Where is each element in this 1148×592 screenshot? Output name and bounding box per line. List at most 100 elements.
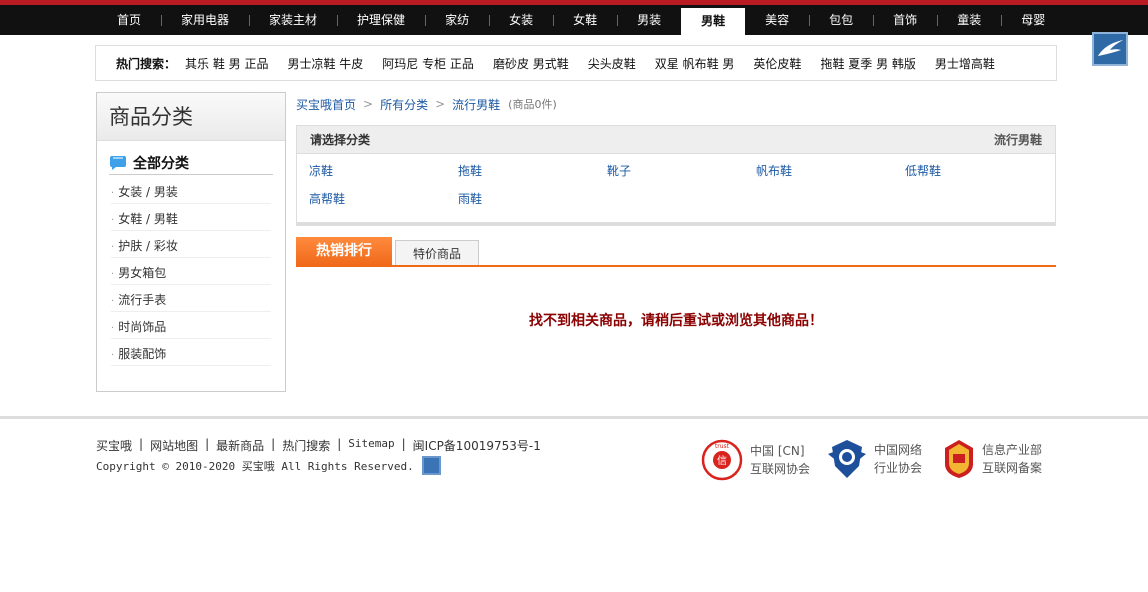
bullet-icon: · (111, 296, 115, 307)
hot-search-link[interactable]: 阿玛尼 专柜 正品 (382, 55, 474, 72)
hot-search-link[interactable]: 男士增高鞋 (935, 55, 995, 72)
nav-item-home[interactable]: 首页 (97, 5, 161, 35)
all-categories-label: 全部分类 (133, 155, 189, 172)
product-tabs: 热销排行 特价商品 (296, 237, 1056, 267)
sidebar-title: 商品分类 (97, 93, 285, 141)
nav-item-home-textiles[interactable]: 家纺 (425, 5, 489, 35)
footer-separator: | (205, 437, 210, 451)
hot-search-link[interactable]: 尖头皮鞋 (588, 55, 636, 72)
hot-search-link[interactable]: 其乐 鞋 男 正品 (185, 55, 268, 72)
badge-text: 中国网络 行业协会 (874, 441, 922, 477)
subcategory-link[interactable]: 帆布鞋 (756, 163, 905, 179)
nav-item-kids-clothing[interactable]: 童装 (937, 5, 1001, 35)
footer-link[interactable]: 热门搜索 (282, 437, 330, 454)
hot-search-link[interactable]: 磨砂皮 男式鞋 (493, 55, 569, 72)
sidebar-item-label: 女装 / 男装 (118, 185, 178, 199)
sidebar-item[interactable]: · 护肤 / 彩妆 (111, 231, 271, 258)
product-count: (商品0件) (508, 98, 557, 111)
breadcrumb-separator-icon: > (435, 97, 446, 111)
tab-hot-sales[interactable]: 热销排行 (296, 237, 392, 265)
hot-search-link[interactable]: 英伦皮鞋 (753, 55, 801, 72)
trust-seal-icon: 信 trust (701, 439, 743, 481)
badge-line: 互联网协会 (750, 462, 811, 476)
nav-item-beauty[interactable]: 美容 (745, 5, 809, 35)
breadcrumb-home-link[interactable]: 买宝哦首页 (296, 96, 356, 113)
subcategory-link[interactable]: 靴子 (607, 163, 756, 179)
footer-link[interactable]: 最新商品 (216, 437, 264, 454)
sidebar-item-label: 男女箱包 (118, 266, 167, 280)
sidebar-item-label: 服装配饰 (118, 347, 167, 361)
nav-item-womens-shoes[interactable]: 女鞋 (553, 5, 617, 35)
copyright: Copyright © 2010-2020 买宝哦 All Rights Res… (96, 456, 441, 475)
hot-search-link[interactable]: 男士凉鞋 牛皮 (287, 55, 363, 72)
breadcrumb: 买宝哦首页 > 所有分类 > 流行男鞋 (商品0件) (296, 96, 557, 112)
badge-line: 行业协会 (874, 461, 923, 475)
sidebar-item-label: 女鞋 / 男鞋 (118, 212, 178, 226)
bullet-icon: · (111, 215, 115, 226)
empty-results-message: 找不到相关商品，请稍后重试或浏览其他商品！ (529, 313, 823, 329)
footer-separator: | (271, 437, 276, 451)
hot-search-link[interactable]: 拖鞋 夏季 男 韩版 (820, 55, 915, 72)
subcategory-link[interactable]: 雨鞋 (458, 191, 607, 207)
subcategory-link[interactable]: 高帮鞋 (309, 191, 458, 207)
nav-item-mens-shoes[interactable]: 男鞋 (681, 8, 746, 35)
category-filter-header: 请选择分类 流行男鞋 (297, 126, 1055, 154)
sidebar-item[interactable]: · 男女箱包 (111, 258, 271, 285)
subcategory-link[interactable]: 拖鞋 (458, 163, 607, 179)
nav-item-bags[interactable]: 包包 (809, 5, 873, 35)
category-filter-title: 请选择分类 (310, 133, 371, 147)
badge-line: 中国网络 (874, 443, 923, 457)
badge-text: 中国 [CN] 互联网协会 (750, 442, 810, 478)
verified-site-icon[interactable] (421, 456, 441, 475)
nav-item-health-care[interactable]: 护理保健 (337, 5, 425, 35)
sidebar-item[interactable]: · 流行手表 (111, 285, 271, 312)
hot-search-link[interactable]: 双星 帆布鞋 男 (655, 55, 735, 72)
badge-text: 信息产业部 互联网备案 (982, 441, 1042, 477)
footer-badge-internet-society[interactable]: 信 trust 中国 [CN] 互联网协会 (700, 438, 810, 482)
top-nav-menu: 首页 家用电器 家装主材 护理保健 家纺 女装 女鞋 男装 男鞋 美容 包包 首… (97, 5, 1065, 35)
nav-item-mens-clothing[interactable]: 男装 (617, 5, 681, 35)
bullet-icon: · (111, 323, 115, 334)
police-badge-icon (828, 440, 866, 478)
sidebar-item[interactable]: · 服装配饰 (111, 339, 271, 366)
tab-special-offers[interactable]: 特价商品 (395, 240, 479, 265)
footer-badge-network-association[interactable]: 中国网络 行业协会 (826, 438, 922, 480)
badge-line: 中国 [CN] (750, 444, 805, 458)
svg-text:信: 信 (717, 455, 727, 467)
bullet-icon: · (111, 269, 115, 280)
breadcrumb-current-link[interactable]: 流行男鞋 (452, 96, 500, 113)
bird-logo-icon[interactable] (1092, 32, 1128, 66)
sidebar-item-label: 流行手表 (118, 293, 167, 307)
footer-link[interactable]: 网站地图 (150, 437, 198, 454)
footer-link[interactable]: 买宝哦 (96, 437, 132, 454)
nav-item-jewelry[interactable]: 首饰 (873, 5, 937, 35)
sidebar-item[interactable]: · 女装 / 男装 (111, 177, 271, 204)
bullet-icon: · (111, 350, 115, 361)
nav-item-mother-baby[interactable]: 母婴 (1001, 5, 1065, 35)
speech-bubble-icon (110, 155, 126, 170)
nav-item-appliances[interactable]: 家用电器 (161, 5, 249, 35)
bullet-icon: · (111, 188, 115, 199)
icp-license-link[interactable]: 闽ICP备10019753号-1 (413, 437, 541, 454)
footer-link[interactable]: Sitemap (348, 437, 394, 454)
subcategory-link[interactable]: 凉鞋 (309, 163, 458, 179)
category-sidebar: 商品分类 全部分类 · 女装 / 男装 · 女鞋 / 男鞋 · 护肤 / 彩妆 · 男女… (96, 92, 286, 392)
sidebar-item[interactable]: · 女鞋 / 男鞋 (111, 204, 271, 231)
breadcrumb-separator-icon: > (363, 97, 374, 111)
footer-badge-icp-filing[interactable]: 信息产业部 互联网备案 (942, 438, 1042, 480)
copyright-text: Copyright © 2010-2020 买宝哦 All Rights Res… (96, 459, 414, 473)
footer-separator: | (337, 437, 342, 451)
sidebar-item[interactable]: · 时尚饰品 (111, 312, 271, 339)
badge-line: 互联网备案 (982, 461, 1043, 475)
category-filter-box: 请选择分类 流行男鞋 凉鞋 拖鞋 靴子 帆布鞋 低帮鞋 高帮鞋 雨鞋 (296, 125, 1056, 226)
bullet-icon: · (111, 242, 115, 253)
footer-divider (0, 416, 1148, 419)
nav-item-home-materials[interactable]: 家装主材 (249, 5, 337, 35)
all-categories-heading: 全部分类 (109, 151, 273, 175)
footer-separator: | (401, 437, 406, 451)
sidebar-item-label: 护肤 / 彩妆 (118, 239, 178, 253)
breadcrumb-all-categories-link[interactable]: 所有分类 (380, 96, 428, 113)
footer-links: 买宝哦 | 网站地图 | 最新商品 | 热门搜索 | Sitemap | 闽IC… (96, 437, 541, 454)
nav-item-womens-clothing[interactable]: 女装 (489, 5, 553, 35)
subcategory-link[interactable]: 低帮鞋 (905, 163, 1054, 179)
